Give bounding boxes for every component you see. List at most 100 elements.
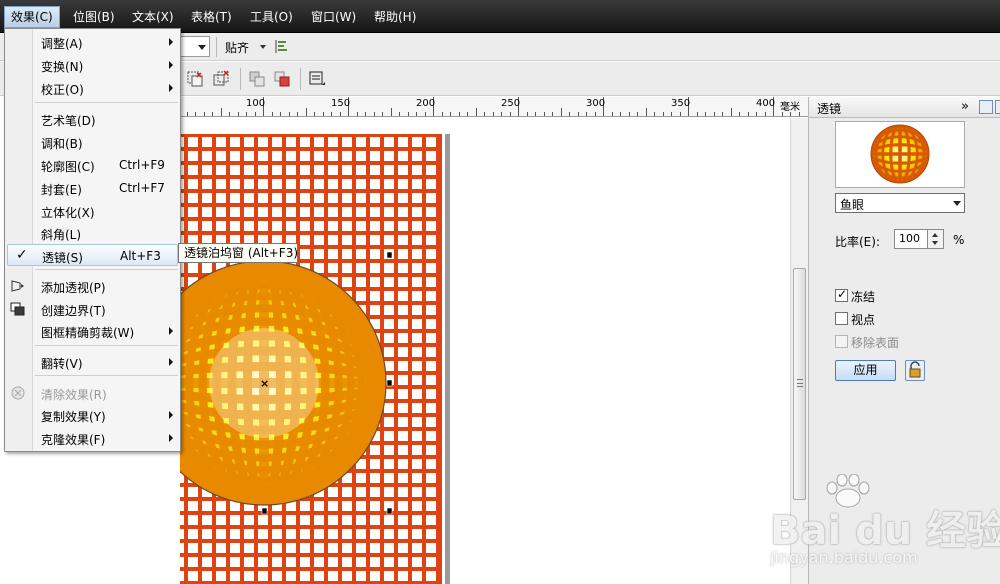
minimize-icon[interactable] — [979, 100, 993, 114]
selection-handle[interactable] — [386, 251, 393, 259]
ruler-label: 300 — [586, 98, 606, 109]
trim-icon[interactable] — [212, 70, 230, 88]
lens-type-select[interactable]: 鱼眼 — [835, 193, 965, 213]
menu-bitmaps[interactable]: 位图(B) — [67, 6, 121, 28]
menu-item[interactable]: 立体化(X) — [7, 200, 178, 222]
checkmark-icon: ✓ — [16, 247, 28, 263]
ruler-unit: 毫米 — [780, 102, 800, 113]
ruler-tick — [501, 112, 502, 116]
align-guides-icon[interactable] — [274, 39, 288, 54]
menu-item-label: 复制效果(Y) — [41, 410, 106, 424]
property-dropdown[interactable] — [180, 36, 210, 57]
lock-icon — [909, 361, 921, 378]
lens-docker: 透镜 » 鱼眼 比率(E): 100 % ✓ 冻结 视点 移除表面 应用 — [808, 97, 1000, 584]
ratio-unit: % — [953, 233, 965, 247]
menu-item-label: 校正(O) — [41, 83, 84, 97]
menu-table[interactable]: 表格(T) — [185, 6, 238, 28]
menu-item[interactable]: 创建边界(T) — [7, 298, 178, 320]
remove-face-checkbox — [835, 335, 848, 348]
clear-effect-icon — [11, 386, 25, 400]
menu-item-label: 斜角(L) — [41, 228, 82, 242]
ruler-label: 150 — [331, 98, 351, 109]
ruler-tick — [297, 112, 298, 116]
ruler-tick — [424, 112, 426, 116]
menu-item[interactable]: 调和(B) — [7, 131, 178, 153]
back-minus-front-icon[interactable] — [248, 70, 266, 88]
menu-tools[interactable]: 工具(O) — [244, 6, 299, 28]
selection-handle[interactable] — [386, 507, 393, 515]
menu-item[interactable]: 克隆效果(F) — [7, 427, 178, 449]
menu-item[interactable]: 图框精确剪裁(W) — [7, 320, 178, 342]
menu-item[interactable]: 封套(E) Ctrl+F7 — [7, 177, 178, 199]
submenu-arrow-icon — [169, 358, 173, 366]
tooltip: 透镜泊坞窗 (Alt+F3) — [178, 243, 298, 263]
ruler-label: 350 — [671, 98, 691, 109]
ruler-tick — [730, 108, 732, 116]
separator — [240, 68, 241, 90]
ruler-tick — [637, 112, 638, 116]
ruler-tick — [671, 112, 672, 116]
menu-item-label: 透镜(S) — [42, 251, 83, 265]
docker-header: 透镜 » — [809, 97, 1000, 118]
menu-item-label: 清除效果(R) — [41, 388, 107, 402]
freeze-checkbox[interactable]: ✓ — [835, 287, 848, 302]
apply-button[interactable]: 应用 — [835, 360, 896, 381]
ruler-tick — [365, 112, 366, 116]
viewpoint-checkbox[interactable] — [835, 312, 848, 325]
ruler-tick — [195, 112, 196, 116]
menu-item-label: 调和(B) — [41, 137, 83, 151]
ruler-label: 100 — [246, 98, 266, 109]
boundary-icon[interactable] — [308, 70, 326, 88]
ruler-tick — [441, 112, 443, 116]
menu-item[interactable]: 翻转(V) — [7, 351, 178, 373]
menu-item[interactable]: 斜角(L) — [7, 222, 178, 244]
snap-label[interactable]: 贴齐 — [225, 39, 249, 56]
menu-text[interactable]: 文本(X) — [126, 6, 180, 28]
separator — [300, 68, 301, 90]
ruler-tick — [764, 112, 766, 116]
double-chevron-right-icon[interactable]: » — [961, 99, 969, 114]
selection-handle[interactable] — [386, 379, 393, 387]
menu-separator — [35, 102, 178, 103]
menu-item[interactable]: 轮廓图(C) Ctrl+F9 — [7, 154, 178, 176]
vertical-scrollbar[interactable] — [790, 118, 808, 584]
menu-item[interactable]: 调整(A) — [7, 31, 178, 53]
ruler-tick — [220, 108, 222, 116]
menu-item-shortcut: Ctrl+F9 — [119, 158, 165, 172]
submenu-arrow-icon — [169, 61, 173, 69]
ruler-tick — [407, 112, 409, 116]
intersect-icon[interactable] — [186, 70, 204, 88]
ruler-tick — [722, 112, 723, 116]
menu-item[interactable]: 变换(N) — [7, 54, 178, 76]
chevron-down-icon — [198, 45, 206, 50]
drawing-canvas[interactable]: × — [180, 118, 791, 584]
front-minus-back-icon[interactable] — [273, 70, 291, 88]
center-marker-icon[interactable]: × — [260, 377, 269, 390]
scrollbar-thumb[interactable] — [793, 268, 806, 500]
menu-window[interactable]: 窗口(W) — [305, 6, 362, 28]
ruler-tick — [280, 112, 281, 116]
menu-item-shortcut: Alt+F3 — [120, 249, 161, 263]
snap-dropdown-arrow-icon[interactable] — [260, 45, 266, 49]
chevron-up-icon[interactable] — [932, 233, 938, 237]
submenu-arrow-icon — [169, 411, 173, 419]
menu-item[interactable]: 复制效果(Y) — [7, 404, 178, 426]
ruler-tick — [654, 112, 655, 116]
menu-separator — [35, 375, 178, 376]
close-icon[interactable] — [995, 100, 1000, 114]
menu-item[interactable]: 添加透视(P) — [7, 275, 178, 297]
selection-handle[interactable] — [261, 507, 268, 515]
lock-button[interactable] — [905, 360, 925, 381]
menu-item[interactable]: 艺术笔(D) — [7, 108, 178, 130]
menu-help[interactable]: 帮助(H) — [368, 6, 422, 28]
horizontal-ruler[interactable]: 100 150 200 250 300 350 400 毫米 — [180, 97, 808, 117]
ruler-tick — [586, 112, 587, 116]
menu-item[interactable]: 校正(O) — [7, 77, 178, 99]
ratio-stepper[interactable] — [927, 229, 944, 249]
menu-item-label: 创建边界(T) — [41, 304, 106, 318]
menu-effects[interactable]: 效果(C) — [4, 6, 60, 28]
ratio-label: 比率(E): — [835, 235, 880, 249]
chevron-down-icon[interactable] — [932, 241, 938, 245]
ruler-tick — [331, 112, 332, 116]
menu-item[interactable]: 透镜(S) Alt+F3 ✓ — [7, 244, 178, 266]
